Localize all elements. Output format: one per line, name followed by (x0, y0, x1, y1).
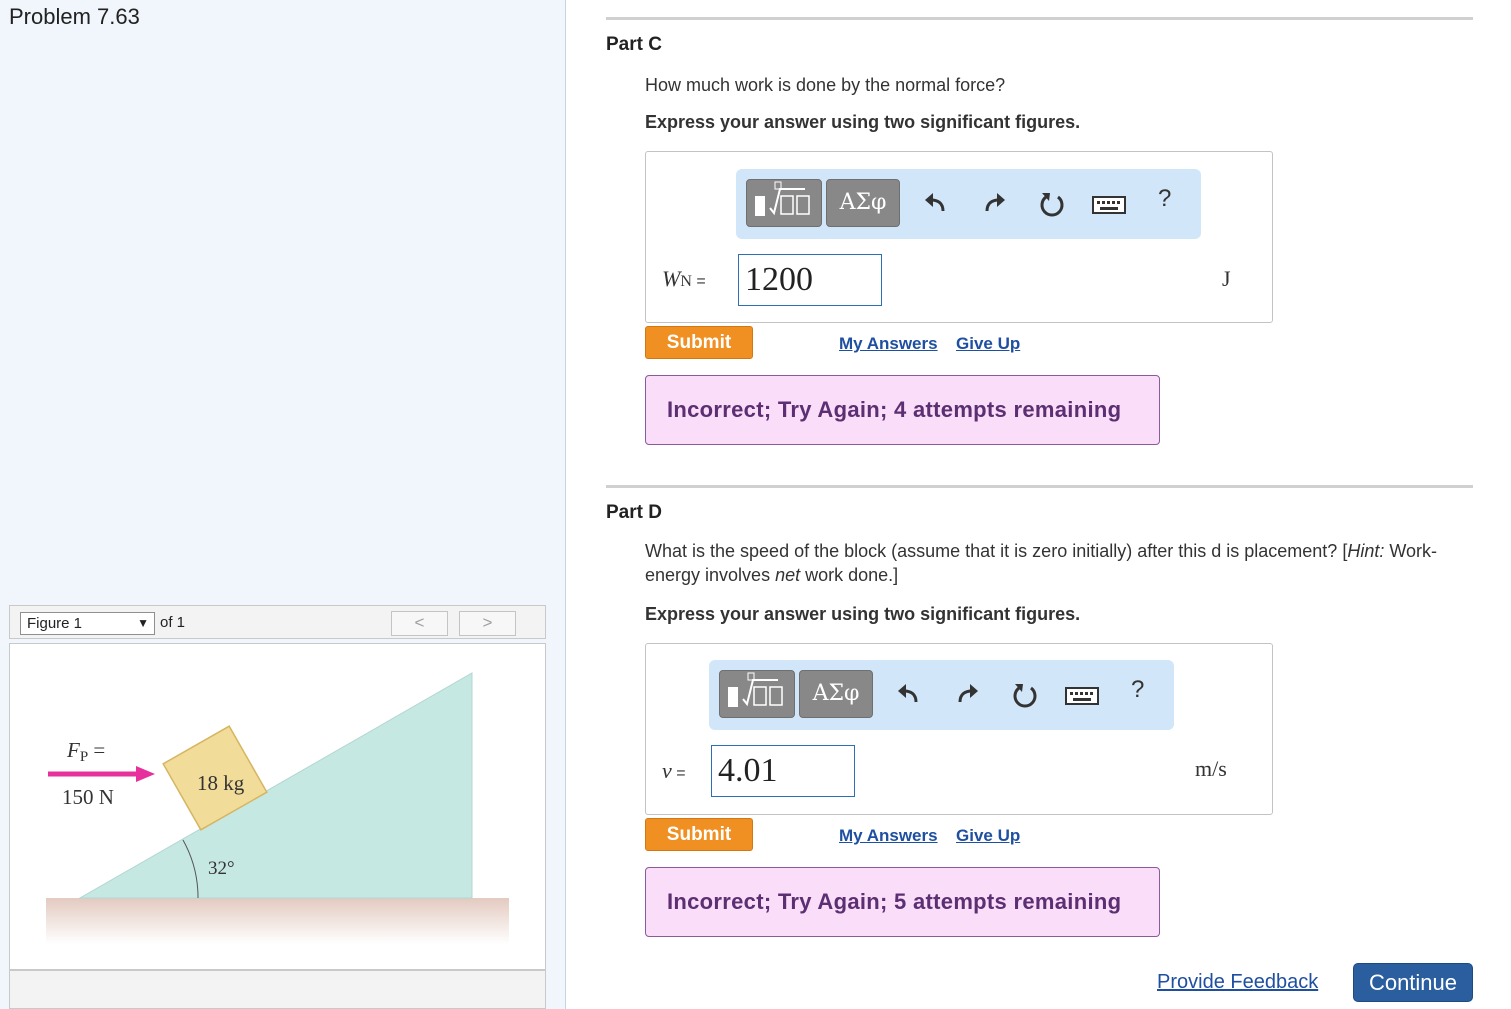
part-d-my-answers-link[interactable]: My Answers (839, 826, 938, 846)
force-value: 150 N (62, 785, 114, 809)
figure-toolbar: Figure 1 ▼ of 1 < > (9, 605, 546, 639)
keyboard-icon[interactable] (1091, 189, 1127, 219)
part-c-answer-input[interactable]: 1200 (738, 254, 882, 306)
reset-icon[interactable] (1010, 680, 1040, 710)
provide-feedback-link[interactable]: Provide Feedback (1157, 971, 1318, 994)
help-icon[interactable]: ? (1158, 185, 1171, 213)
part-d-answer-box: ΑΣφ ? v = 4.01 m/s (645, 643, 1273, 815)
part-d-feedback: Incorrect; Try Again; 5 attempts remaini… (645, 867, 1160, 937)
templates-icon (755, 181, 810, 216)
part-d-give-up-link[interactable]: Give Up (956, 826, 1020, 846)
incline-ramp (78, 672, 473, 899)
reset-icon[interactable] (1037, 189, 1067, 219)
templates-button[interactable] (719, 670, 795, 718)
figure-select-value: Figure 1 (27, 615, 83, 632)
undo-icon[interactable] (894, 680, 924, 710)
part-d-divider (606, 485, 1473, 488)
part-c-divider (606, 17, 1473, 20)
part-c-title: Part C (606, 34, 662, 55)
part-d-instruction: Express your answer using two significan… (645, 604, 1081, 624)
part-c-submit-button[interactable]: Submit (645, 326, 753, 359)
ground (46, 898, 509, 944)
templates-button[interactable] (746, 179, 822, 227)
part-d-math-toolbar: ΑΣφ ? (709, 660, 1174, 730)
part-d-unit: m/s (1195, 756, 1227, 781)
part-c-give-up-link[interactable]: Give Up (956, 334, 1020, 354)
templates-icon (728, 672, 783, 707)
continue-button[interactable]: Continue (1353, 963, 1473, 1002)
problem-title: Problem 7.63 (9, 4, 140, 29)
previous-figure-button[interactable]: < (391, 611, 448, 636)
angle-label: 32° (208, 858, 235, 879)
incline-diagram: 32° 18 kg FP = 150 N (46, 672, 509, 944)
figure-image: 32° 18 kg FP = 150 N (9, 643, 546, 970)
figure-select[interactable]: Figure 1 ▼ (20, 612, 155, 635)
part-d-variable-label: v = (662, 758, 686, 783)
greek-symbols-button[interactable]: ΑΣφ (826, 179, 900, 227)
problem-panel: Problem 7.63 Figure 1 ▼ of 1 < > 32° 18 (0, 0, 566, 1009)
part-c-instruction: Express your answer using two significan… (645, 112, 1081, 132)
part-c-answer-box: ΑΣφ ? WN = 1200 J (645, 151, 1273, 323)
dropdown-arrow-icon: ▼ (137, 616, 149, 630)
part-d-answer-input[interactable]: 4.01 (711, 745, 855, 797)
undo-icon[interactable] (921, 189, 951, 219)
mass-label: 18 kg (197, 771, 245, 795)
part-c-question: How much work is done by the normal forc… (645, 75, 1006, 95)
next-figure-button[interactable]: > (459, 611, 516, 636)
part-c-my-answers-link[interactable]: My Answers (839, 334, 938, 354)
help-icon[interactable]: ? (1131, 676, 1144, 704)
part-c-variable-label: WN = (662, 266, 706, 291)
part-d-question: What is the speed of the block (assume t… (645, 541, 1438, 585)
part-c-math-toolbar: ΑΣφ ? (736, 169, 1201, 239)
force-label: FP = (66, 738, 105, 765)
part-d-title: Part D (606, 502, 662, 523)
part-c-unit: J (1222, 266, 1231, 291)
redo-icon[interactable] (952, 680, 982, 710)
redo-icon[interactable] (979, 189, 1009, 219)
force-arrow-head (136, 766, 155, 782)
part-c-feedback: Incorrect; Try Again; 4 attempts remaini… (645, 375, 1160, 445)
figure-count: of 1 (160, 614, 186, 631)
greek-symbols-button[interactable]: ΑΣφ (799, 670, 873, 718)
figure-footer (9, 970, 546, 1009)
part-d-submit-button[interactable]: Submit (645, 818, 753, 851)
keyboard-icon[interactable] (1064, 680, 1100, 710)
